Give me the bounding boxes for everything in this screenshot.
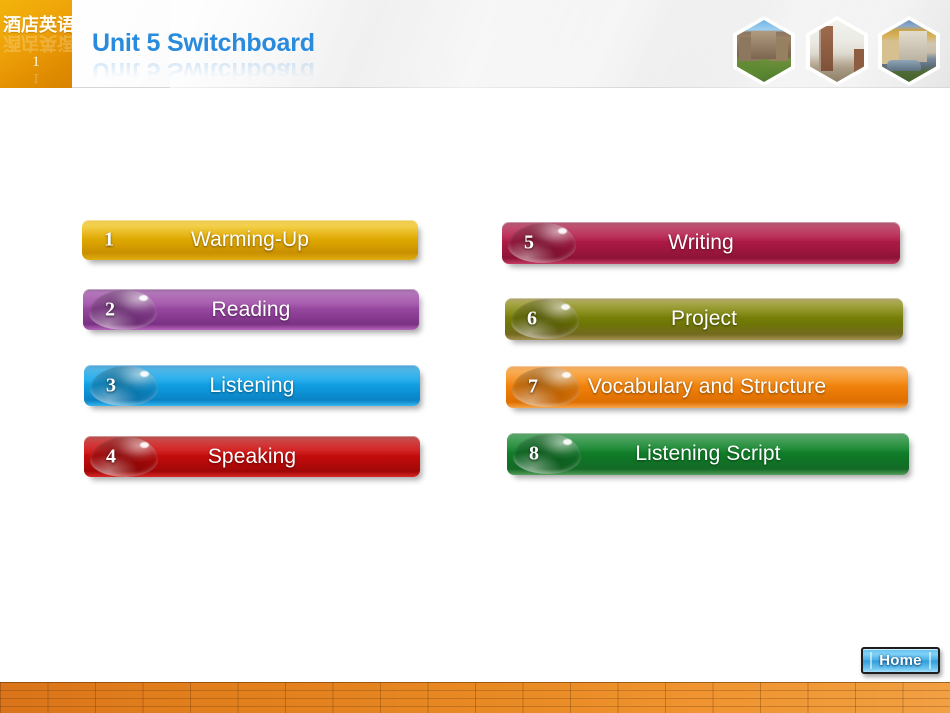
switchboard-button-listening-script[interactable]: 8 Listening Script bbox=[507, 433, 909, 475]
course-logo: 酒店英语 酒店英语 1 1 bbox=[0, 0, 72, 88]
facade-photo bbox=[882, 20, 936, 82]
page-title-reflection: Unit 5 Switchboard bbox=[92, 57, 315, 85]
abbey-photo-hexagon[interactable] bbox=[733, 16, 795, 86]
button-surface bbox=[82, 220, 418, 260]
switchboard-button-vocabulary-and-structure[interactable]: 7 Vocabulary and Structure bbox=[506, 366, 908, 408]
slide-header: 酒店英语 酒店英语 1 1 Unit 5 Switchboard Unit 5 … bbox=[0, 0, 950, 88]
home-button-label: Home bbox=[879, 652, 922, 669]
home-button[interactable]: Home bbox=[861, 647, 940, 674]
button-surface bbox=[502, 222, 900, 264]
switchboard-button-speaking[interactable]: 4 Speaking bbox=[84, 436, 420, 477]
course-logo-number-reflection: 1 bbox=[32, 70, 40, 86]
switchboard-button-reading[interactable]: 2 Reading bbox=[83, 289, 419, 330]
footer-top-rule bbox=[0, 682, 950, 683]
page-title: Unit 5 Switchboard bbox=[92, 29, 315, 57]
button-surface bbox=[84, 365, 420, 406]
slide-root: 酒店英语 酒店英语 1 1 Unit 5 Switchboard Unit 5 … bbox=[0, 0, 950, 713]
footer-bar bbox=[0, 682, 950, 713]
button-surface bbox=[507, 433, 909, 475]
switchboard-button-writing[interactable]: 5 Writing bbox=[502, 222, 900, 264]
switchboard-button-warming-up[interactable]: 1 Warming-Up bbox=[82, 220, 418, 260]
switchboard-button-listening[interactable]: 3 Listening bbox=[84, 365, 420, 406]
switchboard-button-project[interactable]: 6 Project bbox=[505, 298, 903, 340]
footer-grid-pattern bbox=[0, 682, 950, 713]
abbey-photo bbox=[737, 20, 791, 82]
button-surface bbox=[83, 289, 419, 330]
facade-photo-clip bbox=[882, 20, 936, 82]
abbey-photo-clip bbox=[737, 20, 791, 82]
button-surface bbox=[84, 436, 420, 477]
button-surface bbox=[505, 298, 903, 340]
ruin-photo bbox=[810, 20, 864, 82]
button-surface bbox=[506, 366, 908, 408]
ruin-photo-hexagon[interactable] bbox=[806, 16, 868, 86]
ruin-photo-clip bbox=[810, 20, 864, 82]
facade-photo-hexagon[interactable] bbox=[878, 16, 940, 86]
